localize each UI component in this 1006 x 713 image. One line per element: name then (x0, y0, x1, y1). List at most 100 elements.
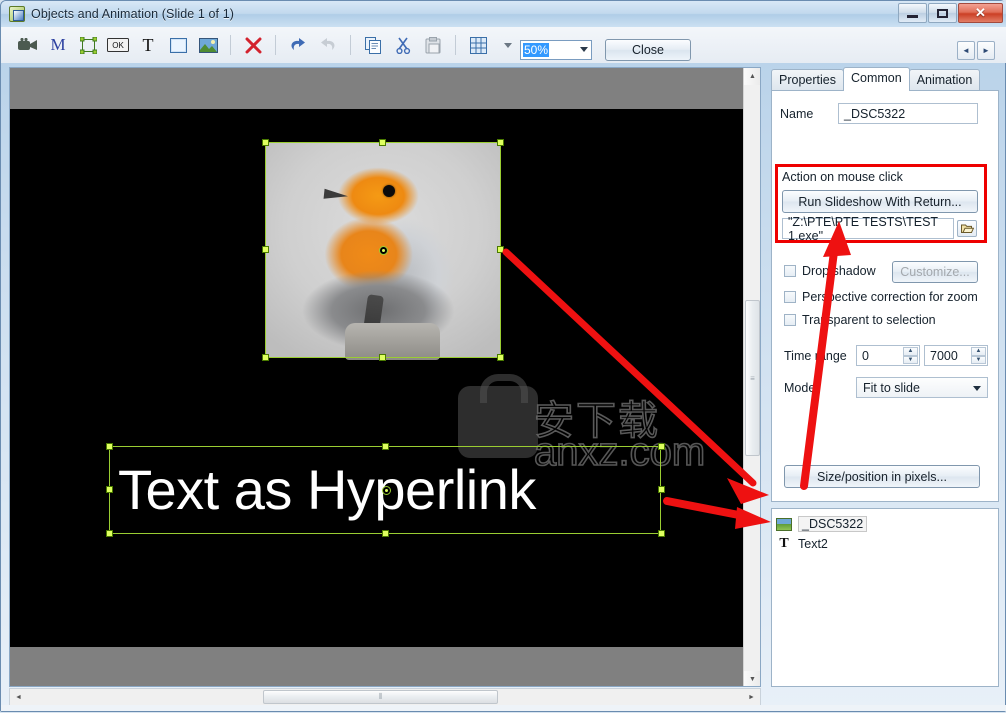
list-item-text[interactable]: T Text2 (772, 534, 998, 554)
tab-common[interactable]: Common (842, 67, 910, 91)
toolbar-separator (230, 35, 231, 55)
image-pivot-point[interactable] (379, 246, 388, 255)
name-label: Name (780, 106, 814, 121)
main-toolbar: M OK T (1, 27, 1006, 63)
application-window: Objects and Animation (Slide 1 of 1) ✕ M… (0, 0, 1006, 712)
image-icon (776, 517, 792, 531)
time-range-end-value: 7000 (930, 348, 958, 363)
drop-shadow-checkbox[interactable] (784, 265, 796, 277)
app-icon (9, 6, 25, 22)
maximize-button[interactable] (928, 3, 957, 23)
text-handle-top-left[interactable] (106, 443, 113, 450)
prev-slide-button[interactable]: ◄ (957, 41, 975, 60)
size-position-in-pixels-button[interactable]: Size/position in pixels... (784, 465, 980, 488)
status-bar (1, 705, 1006, 711)
scroll-down-arrow-icon[interactable]: ▼ (744, 671, 760, 686)
perspective-correction-checkbox[interactable] (784, 291, 796, 303)
canvas-vertical-scrollbar[interactable]: ▲ ≡ ▼ (743, 68, 760, 686)
text-tool-icon[interactable]: T (135, 32, 161, 58)
customize-button[interactable]: Customize... (892, 261, 978, 283)
common-tab-content: Name _DSC5322 Action on mouse click Run … (771, 90, 999, 502)
add-image-icon[interactable] (195, 32, 221, 58)
bird-perch (345, 323, 440, 361)
text-handle-bottom-left[interactable] (106, 530, 113, 537)
folder-open-icon[interactable] (957, 220, 977, 237)
time-range-start-value: 0 (862, 348, 869, 363)
undo-icon[interactable] (285, 32, 311, 58)
handle-middle-left[interactable] (262, 246, 269, 253)
mode-value: Fit to slide (863, 380, 920, 395)
handle-top-left[interactable] (262, 139, 269, 146)
rectangle-icon[interactable] (165, 32, 191, 58)
handle-top-center[interactable] (379, 139, 386, 146)
chevron-down-icon (973, 386, 981, 391)
bird-beak (323, 188, 349, 201)
copy-icon[interactable] (360, 32, 386, 58)
action-path-input[interactable]: "Z:\PTE\PTE TESTS\TEST 1.exe" (782, 215, 954, 243)
window-title: Objects and Animation (Slide 1 of 1) (31, 7, 235, 21)
time-range-start-stepper[interactable]: ▲ ▼ (903, 347, 918, 364)
video-camera-icon[interactable] (15, 32, 41, 58)
list-item-image[interactable]: _DSC5322 (772, 514, 998, 534)
handle-bottom-left[interactable] (262, 354, 269, 361)
text-pivot-point[interactable] (382, 486, 391, 495)
handle-top-right[interactable] (497, 139, 504, 146)
handle-bottom-center[interactable] (379, 354, 386, 361)
transparent-to-selection-checkbox[interactable] (784, 314, 796, 326)
grid-icon[interactable] (465, 32, 491, 58)
toolbar-separator (455, 35, 456, 55)
perspective-correction-label: Perspective correction for zoom (802, 290, 978, 304)
scroll-left-arrow-icon[interactable]: ◄ (10, 689, 27, 705)
cut-icon[interactable] (390, 32, 416, 58)
window-controls: ✕ (898, 3, 1003, 23)
zoom-level-combobox[interactable]: 50% (520, 40, 592, 60)
svg-text:OK: OK (112, 41, 124, 50)
redo-icon[interactable] (315, 32, 341, 58)
tab-properties[interactable]: Properties (771, 69, 844, 91)
text-icon: T (779, 536, 789, 551)
time-range-end-input[interactable]: 7000 ▲ ▼ (924, 345, 988, 366)
text-handle-top-center[interactable] (382, 443, 389, 450)
text-handle-middle-right[interactable] (658, 486, 665, 493)
canvas-text-object-label: Text as Hyperlink (118, 458, 536, 521)
minimize-button[interactable] (898, 3, 927, 23)
text-handle-top-right[interactable] (658, 443, 665, 450)
button-ok-icon[interactable]: OK (105, 32, 131, 58)
close-window-button[interactable]: ✕ (958, 3, 1003, 23)
horizontal-scroll-thumb[interactable]: ⦀ (263, 690, 498, 704)
action-on-mouse-click-button[interactable]: Run Slideshow With Return... (782, 190, 978, 213)
handle-bottom-right[interactable] (497, 354, 504, 361)
mode-label: Mode (784, 380, 816, 395)
close-button[interactable]: Close (605, 39, 691, 61)
paste-icon[interactable] (420, 32, 446, 58)
objects-list[interactable]: _DSC5322 T Text2 (771, 508, 999, 687)
text-handle-middle-left[interactable] (106, 486, 113, 493)
delete-icon[interactable] (240, 32, 266, 58)
grid-dropdown-arrow-icon[interactable] (495, 32, 521, 58)
scroll-right-arrow-icon[interactable]: ► (743, 689, 760, 705)
time-range-end-stepper[interactable]: ▲ ▼ (971, 347, 986, 364)
mode-combobox[interactable]: Fit to slide (856, 377, 988, 398)
time-range-label: Time range (784, 348, 847, 363)
tab-animation[interactable]: Animation (908, 69, 981, 91)
handle-middle-right[interactable] (497, 246, 504, 253)
frame-rect-icon[interactable] (75, 32, 101, 58)
scroll-up-arrow-icon[interactable]: ▲ (744, 68, 760, 85)
workspace-area-bottom (10, 647, 760, 686)
next-slide-button[interactable]: ► (977, 41, 995, 60)
title-bar: Objects and Animation (Slide 1 of 1) ✕ (1, 1, 1006, 27)
panel-tabs: Properties Common Animation (771, 67, 981, 91)
text-handle-bottom-right[interactable] (658, 530, 665, 537)
chevron-down-icon (580, 47, 588, 52)
slide-canvas[interactable]: 安下载 anxz.com Text as Hyperlink ▲ ≡ ▼ (9, 67, 761, 687)
text-handle-bottom-center[interactable] (382, 530, 389, 537)
name-input[interactable]: _DSC5322 (838, 103, 978, 124)
list-item-label: _DSC5322 (798, 516, 868, 532)
vertical-scroll-thumb[interactable]: ≡ (745, 300, 760, 456)
time-range-start-input[interactable]: 0 ▲ ▼ (856, 345, 920, 366)
list-item-label: Text2 (798, 537, 828, 551)
action-group-label: Action on mouse click (782, 170, 903, 184)
canvas-horizontal-scrollbar[interactable]: ◄ ⦀ ► (9, 688, 761, 706)
drop-shadow-label: Drop shadow (802, 264, 876, 278)
mask-m-icon[interactable]: M (45, 32, 71, 58)
